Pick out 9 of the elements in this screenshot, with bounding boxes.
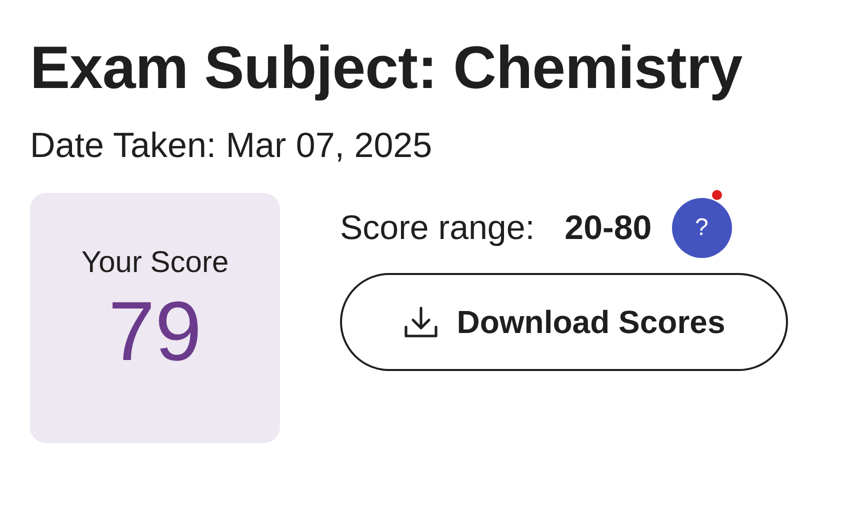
page-title: Exam Subject: Chemistry <box>30 33 744 103</box>
score-value: 79 <box>108 283 202 380</box>
score-range-value: 20-80 <box>564 208 652 248</box>
score-label: Your Score <box>81 245 229 281</box>
score-range-label: Score range: <box>340 208 535 248</box>
download-icon <box>402 305 439 339</box>
help-button[interactable]: ? <box>672 198 732 258</box>
date-taken: Date Taken: Mar 07, 2025 <box>30 125 432 167</box>
download-button[interactable]: Download Scores <box>340 273 788 371</box>
